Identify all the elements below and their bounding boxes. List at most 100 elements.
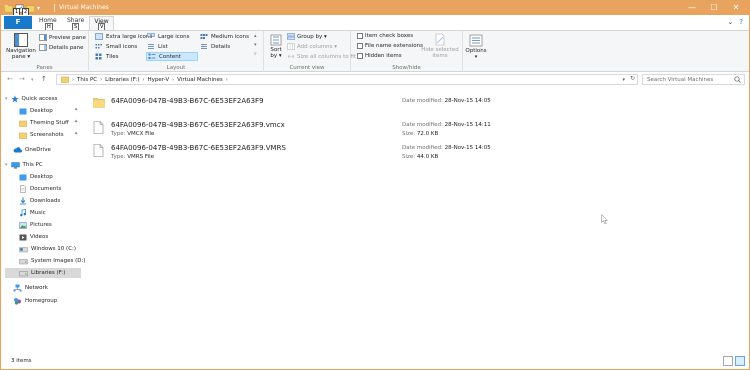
nav-this-pc[interactable]: ▾ This PC xyxy=(5,160,43,170)
navigation-pane-button[interactable]: Navigation pane ▾ xyxy=(5,33,37,60)
sort-by-button[interactable]: Sort by ▾ xyxy=(267,34,285,59)
details-pane-button[interactable]: Details pane xyxy=(39,44,84,51)
nav-theming-stuff[interactable]: Theming Stuff xyxy=(19,118,69,128)
content-icon xyxy=(148,53,156,59)
help-icon[interactable]: ? xyxy=(739,18,743,26)
layout-large-icons[interactable]: Large icons xyxy=(146,32,190,41)
list-item[interactable]: 64FA0096-047B-49B3-B67C-6E53EF2A63F9 Dat… xyxy=(91,95,491,119)
add-columns-label: Add columns ▾ xyxy=(297,43,338,50)
back-button[interactable]: ← xyxy=(7,75,13,83)
search-input[interactable]: Search Virtual Machines xyxy=(642,74,745,85)
chevron-down-icon[interactable]: ▾ xyxy=(5,96,8,102)
address-chevron-icon[interactable]: › xyxy=(143,77,145,83)
group-by-icon xyxy=(287,33,295,40)
file-name-extensions-checkbox[interactable] xyxy=(357,43,363,49)
chevron-down-icon[interactable]: ▾ xyxy=(5,162,8,168)
nav-system-images-d[interactable]: System Images (D:) xyxy=(19,256,85,266)
maximize-button[interactable]: ☐ xyxy=(703,1,725,14)
layout-gallery-scroll[interactable]: ▴ ▾ ▿ xyxy=(254,32,257,59)
nav-desktop[interactable]: Desktop xyxy=(19,172,53,182)
item-check-boxes-checkbox[interactable] xyxy=(357,33,363,39)
pin-icon[interactable]: ✦ xyxy=(74,107,78,113)
minimize-button[interactable]: — xyxy=(681,1,703,14)
nav-documents[interactable]: Documents xyxy=(19,184,61,194)
file-icon xyxy=(93,144,104,157)
medium-icons-icon xyxy=(200,34,208,39)
nav-quick-access[interactable]: ▾ Quick access xyxy=(5,94,57,104)
layout-content-label: Content xyxy=(159,53,181,60)
nav-downloads-label: Downloads xyxy=(30,198,61,204)
refresh-icon[interactable]: ↻ xyxy=(630,75,635,82)
file-size-value: 44.0 KB xyxy=(416,154,439,160)
file-name-extensions-toggle[interactable]: File name extensions xyxy=(357,43,423,49)
breadcrumb-libraries[interactable]: Libraries (F:) xyxy=(105,77,139,83)
list-item[interactable]: 64FA0096-047B-49B3-B67C-6E53EF2A63F9.VMR… xyxy=(91,142,491,166)
hidden-items-checkbox[interactable] xyxy=(357,53,363,59)
ribbon-tabs: F Home H Share S View V ⌄ ? xyxy=(1,15,749,31)
layout-medium-icons[interactable]: Medium icons xyxy=(199,32,249,41)
pin-icon[interactable]: ✦ xyxy=(74,119,78,125)
collapse-ribbon-icon[interactable]: ⌄ xyxy=(727,18,733,26)
nav-network[interactable]: Network xyxy=(13,283,48,293)
item-check-boxes-toggle[interactable]: Item check boxes xyxy=(357,33,413,39)
address-dropdown-icon[interactable]: ▾ xyxy=(622,77,625,83)
layout-details-label: Details xyxy=(211,43,231,50)
breadcrumb-this-pc[interactable]: This PC xyxy=(77,77,97,83)
add-columns-button[interactable]: Add columns ▾ xyxy=(287,43,337,50)
nav-screenshots[interactable]: Screenshots xyxy=(19,130,64,140)
file-type-value: VMCX File xyxy=(127,131,155,137)
navigation-pane: ▾ Quick access Desktop ✦ Theming Stuff ✦… xyxy=(1,90,85,352)
details-view-icon[interactable] xyxy=(723,356,733,366)
size-all-columns-button[interactable]: Size all columns to fit xyxy=(287,53,356,60)
layout-small-icons[interactable]: Small icons xyxy=(94,42,137,51)
nav-system-images-d-label: System Images (D:) xyxy=(31,258,86,264)
gallery-up-icon[interactable]: ▴ xyxy=(254,32,257,41)
layout-gallery: Extra large icons Large icons Medium ico… xyxy=(94,32,264,62)
layout-medium-icons-label: Medium icons xyxy=(211,33,250,40)
nav-homegroup[interactable]: Homegroup xyxy=(13,296,57,306)
layout-tiles[interactable]: Tiles xyxy=(94,52,119,61)
nav-windows-c[interactable]: Windows 10 (C:) xyxy=(19,244,76,254)
title-bar[interactable]: ▾ 1 2 Virtual Machines — ☐ ✕ xyxy=(1,1,749,16)
layout-details[interactable]: Details xyxy=(199,42,230,51)
nav-quick-desktop[interactable]: Desktop xyxy=(19,106,53,116)
preview-pane-button[interactable]: Preview pane xyxy=(39,34,86,41)
nav-videos[interactable]: Videos xyxy=(19,232,48,242)
up-button[interactable]: ↑ xyxy=(41,75,47,83)
nav-music[interactable]: Music xyxy=(19,208,46,218)
nav-libraries-f[interactable]: Libraries (F:) xyxy=(5,268,81,278)
layout-content[interactable]: Content xyxy=(146,52,198,61)
drive-icon xyxy=(19,270,28,276)
nav-onedrive[interactable]: OneDrive xyxy=(13,145,51,155)
tab-file[interactable]: F xyxy=(4,16,32,29)
group-by-button[interactable]: Group by ▾ xyxy=(287,33,327,40)
hide-selected-items-button[interactable]: Hide selected items xyxy=(421,33,459,59)
address-chevron-icon[interactable]: › xyxy=(172,77,174,83)
file-date-value: 28-Nov-15 14:05 xyxy=(444,145,491,151)
pin-icon[interactable]: ✦ xyxy=(74,131,78,137)
forward-button[interactable]: → xyxy=(19,75,25,83)
gallery-down-icon[interactable]: ▾ xyxy=(254,41,257,50)
file-type: Type: VMRS File xyxy=(111,154,154,160)
window-title: Virtual Machines xyxy=(59,4,109,11)
address-chevron-icon[interactable]: › xyxy=(226,77,228,83)
large-icons-view-icon[interactable] xyxy=(735,356,745,366)
nav-pictures[interactable]: Pictures xyxy=(19,220,52,230)
address-chevron-icon[interactable]: › xyxy=(72,77,74,83)
qat-dropdown-icon[interactable]: ▾ xyxy=(37,5,40,12)
options-button[interactable]: Options ▾ xyxy=(464,34,488,60)
layout-list[interactable]: List xyxy=(146,42,168,51)
close-button[interactable]: ✕ xyxy=(725,1,747,14)
list-item[interactable]: 64FA0096-047B-49B3-B67C-6E53EF2A63F9.vmc… xyxy=(91,119,491,143)
breadcrumb-virtual-machines[interactable]: Virtual Machines xyxy=(177,77,223,83)
address-bar[interactable]: › This PC › Libraries (F:) › Hyper-V › V… xyxy=(56,74,638,85)
show-hide-group: Item check boxes File name extensions Hi… xyxy=(351,31,463,72)
hidden-items-toggle[interactable]: Hidden items xyxy=(357,53,402,59)
breadcrumb-hyper-v[interactable]: Hyper-V xyxy=(148,77,170,83)
nav-downloads[interactable]: Downloads xyxy=(19,196,60,206)
recent-locations-icon[interactable]: ▾ xyxy=(31,77,34,83)
layout-large-icons-label: Large icons xyxy=(158,33,190,40)
address-chevron-icon[interactable]: › xyxy=(100,77,102,83)
layout-extra-large-icons[interactable]: Extra large icons xyxy=(94,32,152,41)
gallery-more-icon[interactable]: ▿ xyxy=(254,50,257,59)
